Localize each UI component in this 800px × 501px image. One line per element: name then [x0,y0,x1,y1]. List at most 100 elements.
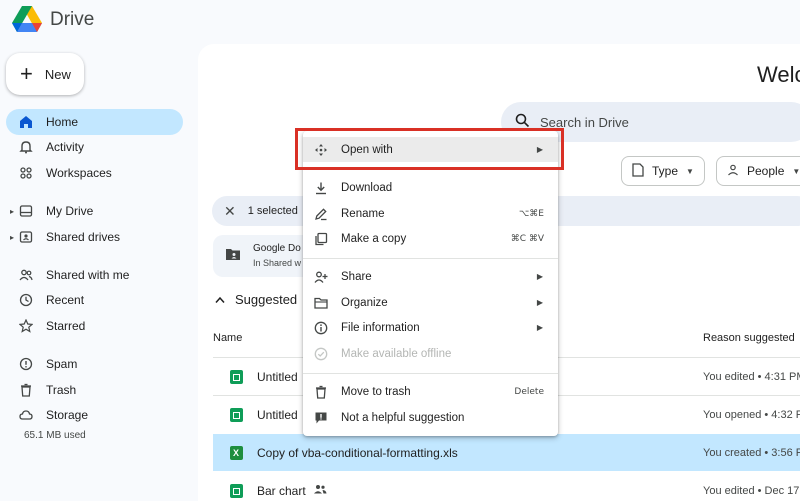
file-name: Untitled [257,369,298,384]
menu-item-label: Organize [341,296,388,309]
expand-arrow-icon[interactable]: ▸ [10,233,14,242]
star-icon [18,318,34,334]
file-name: Bar chart [257,483,306,498]
file-icon [632,162,644,180]
shared-people-icon [313,484,327,497]
feedback-icon [313,410,329,426]
sidebar-item-label: Recent [46,293,85,307]
download-icon [313,180,329,196]
column-header-reason: Reason suggested [703,332,795,344]
table-row[interactable]: Bar chart You edited • Dec 17 [213,472,800,501]
sidebar-item-label: Workspaces [46,166,112,180]
menu-item-move-to-trash[interactable]: Move to trash Delete [303,379,558,404]
clock-icon [18,292,34,308]
menu-item-label: Share [341,270,372,283]
trash-icon [18,382,34,398]
menu-item-make-offline: Make available offline [303,341,558,366]
type-filter-label: Type [652,164,679,178]
people-filter-chip[interactable]: People ▼ [716,156,800,186]
sidebar-item-storage[interactable]: Storage [6,402,183,428]
sidebar-item-label: Trash [46,383,77,397]
add-person-icon [313,269,329,285]
menu-item-make-copy[interactable]: Make a copy ⌘C ⌘V [303,226,558,251]
menu-divider [303,258,558,259]
sidebar-item-label: Shared with me [46,268,130,282]
dropdown-arrow-icon: ▼ [792,166,800,176]
sidebar-item-label: Storage [46,408,89,422]
card-subtitle: In Shared w [253,258,302,268]
sidebar-item-shared-with-me[interactable]: Shared with me [6,262,183,288]
sidebar-item-label: My Drive [46,204,94,218]
reason-text: You created • 3:56 PM [703,446,800,459]
menu-item-label: Rename [341,207,385,220]
suggested-label: Suggested [235,292,298,307]
menu-item-not-helpful[interactable]: Not a helpful suggestion [303,405,558,430]
app-name: Drive [50,8,95,30]
info-icon [313,320,329,336]
trash-shortcut: Delete [514,386,544,397]
reason-text: You edited • Dec 17 [703,484,800,497]
sidebar-item-label: Shared drives [46,230,121,244]
sidebar-item-label: Spam [46,357,78,371]
my-drive-icon [18,203,34,219]
sidebar-item-activity[interactable]: Activity [6,134,183,160]
suggested-file-card[interactable]: Google Do In Shared w [213,235,313,277]
chevron-right-icon: ▶ [536,298,543,307]
selection-count: 1 selected [247,205,298,217]
new-button[interactable]: + New [6,53,84,95]
pencil-icon [313,206,329,222]
excel-file-icon: X [229,445,243,460]
storage-used-text: 65.1 MB used [24,430,86,441]
close-icon[interactable]: ✕ [224,203,236,220]
sidebar-item-spam[interactable]: Spam [6,351,183,377]
menu-item-label: Download [341,181,393,194]
person-icon [727,164,739,179]
sidebar-item-workspaces[interactable]: Workspaces [6,160,183,186]
menu-item-rename[interactable]: Rename ⌥⌘E [303,201,558,226]
google-sheets-icon [229,407,243,422]
copy-icon [313,231,329,247]
chevron-right-icon: ▶ [536,323,543,332]
sidebar-item-label: Activity [46,140,85,154]
people-icon [18,267,34,283]
sidebar-item-trash[interactable]: Trash [6,377,183,403]
menu-item-organize[interactable]: Organize ▶ [303,290,558,315]
file-name: Untitled [257,407,298,422]
rename-shortcut: ⌥⌘E [518,208,544,219]
menu-item-share[interactable]: Share ▶ [303,264,558,289]
menu-divider [303,373,558,374]
menu-item-file-information[interactable]: File information ▶ [303,315,558,340]
sidebar-item-starred[interactable]: Starred [6,313,183,339]
reason-text: You edited • 4:31 PM [703,370,800,383]
google-sheets-icon [229,369,243,384]
expand-arrow-icon[interactable]: ▸ [10,207,14,216]
table-row-selected[interactable]: X Copy of vba-conditional-formatting.xls… [213,434,800,471]
sidebar-item-home[interactable]: Home [6,109,183,135]
sidebar-item-shared-drives[interactable]: ▸ Shared drives [6,224,183,250]
bell-icon [18,139,34,155]
column-header-name[interactable]: Name [213,332,242,344]
type-filter-chip[interactable]: Type ▼ [621,156,705,186]
context-menu: Open with ▶ Download Rename ⌥⌘E Make a c… [303,131,558,436]
dropdown-arrow-icon: ▼ [686,166,694,176]
cloud-icon [18,407,34,423]
offline-check-icon [313,346,329,362]
folder-icon [313,295,329,311]
people-filter-label: People [747,164,785,178]
chevron-right-icon: ▶ [536,272,543,281]
menu-item-download[interactable]: Download [303,175,558,200]
plus-icon: + [20,61,33,86]
google-sheets-icon [229,483,243,498]
new-button-label: New [44,66,71,82]
trash-icon [313,384,329,400]
shared-folder-icon [225,247,241,266]
suggested-toggle[interactable]: Suggested [215,292,297,307]
sidebar-item-my-drive[interactable]: ▸ My Drive [6,198,183,224]
drive-logo[interactable]: Drive [12,6,94,33]
shared-drives-icon [18,229,34,245]
menu-item-label: Make available offline [341,347,452,360]
highlight-box [295,128,564,170]
spam-icon [18,356,34,372]
sidebar-item-recent[interactable]: Recent [6,287,183,313]
sidebar-item-label: Home [46,115,79,129]
